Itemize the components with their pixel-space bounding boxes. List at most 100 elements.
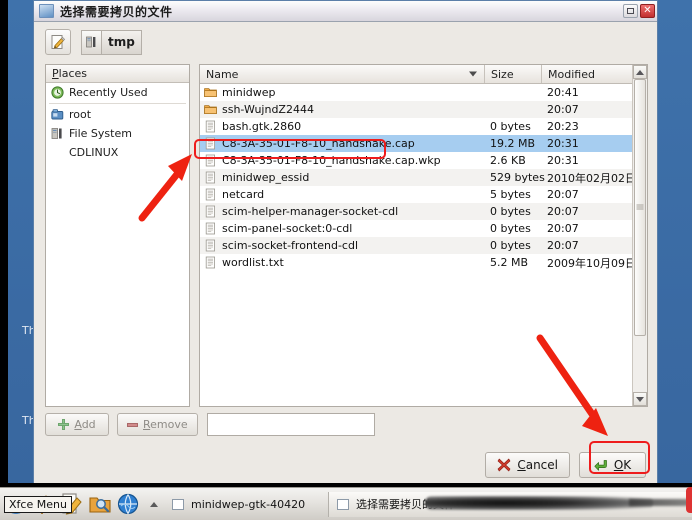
hdd-icon [51,128,62,139]
file-row[interactable]: bash.gtk.2860 0 bytes 20:23 [200,118,647,135]
plus-icon [58,419,70,430]
ok-label: OK [613,458,632,472]
place-item-root[interactable]: root [46,105,189,124]
file-row-name: C8-3A-35-01-F8-10_handshake.cap [200,137,485,150]
document-icon [205,239,215,252]
place-item-file-system[interactable]: File System [46,124,189,143]
file-list-header: Name Size Modified [200,65,647,84]
taskbar: minidwep-gtk-40420 选择需要拷贝的文件 [0,487,692,520]
dialog-titlebar[interactable]: 选择需要拷贝的文件 ✕ [34,1,657,22]
red-x-icon [497,458,511,472]
taskbar-smear-overlay [425,495,653,510]
green-arrow-icon [594,460,607,471]
dialog-action-buttons: Cancel OK [485,452,646,478]
maximize-button[interactable] [623,4,638,18]
scroll-up-button[interactable] [633,65,647,79]
scroll-down-button[interactable] [633,392,647,406]
filter-combo[interactable] [206,413,375,436]
places-divider [49,103,186,104]
remove-place-button[interactable]: Remove [117,413,198,436]
file-row[interactable]: minidwep 20:41 [200,84,647,101]
window-icon [172,498,184,510]
remove-place-label: Remove [143,418,188,431]
file-row[interactable]: ssh-WujndZ2444 20:07 [200,101,647,118]
web-browser-globe-icon[interactable] [116,492,140,516]
file-row-name: minidwep_essid [200,171,485,184]
scrollbar-track[interactable] [633,79,647,392]
column-header-name[interactable]: Name [200,65,485,83]
file-row-size: 0 bytes [490,205,531,218]
file-row[interactable]: scim-panel-socket:0-cdl 0 bytes 20:07 [200,220,647,237]
add-place-label: Add [74,418,96,431]
file-row[interactable]: minidwep_essid 529 bytes 2010年02月02日 [200,169,647,186]
place-item-label: Recently Used [69,86,148,99]
taskbar-smear-overlay-2 [629,498,692,506]
dialog-panes: Places Recently Used root File System CD… [45,64,648,407]
tray-expand-arrow-icon[interactable] [150,501,158,507]
file-list-scrollbar[interactable] [632,65,647,406]
place-item-recently-used[interactable]: Recently Used [46,83,189,102]
file-row[interactable]: scim-socket-frontend-cdl 0 bytes 20:07 [200,237,647,254]
scrollbar-thumb[interactable] [634,79,646,336]
file-manager-search-icon[interactable] [88,492,112,516]
file-row-name: scim-helper-manager-socket-cdl [200,205,485,218]
column-header-size-label: Size [491,67,514,81]
file-row-size: 0 bytes [490,120,531,133]
place-item-label: File System [69,127,132,140]
places-pane: Places Recently Used root File System CD… [45,64,190,407]
xfce-menu-tooltip: Xfce Menu [4,496,72,513]
taskbtn-dialog-label: 选择需要拷贝的文件 [356,498,455,511]
home-folder-icon [51,109,64,120]
document-icon [205,154,215,167]
folder-icon [204,88,217,97]
file-row-name: wordlist.txt [200,256,485,269]
cancel-button[interactable]: Cancel [485,452,570,478]
file-row[interactable]: scim-helper-manager-socket-cdl 0 bytes 20:… [200,203,647,220]
document-icon [205,137,215,150]
file-row[interactable]: wordlist.txt 5.2 MB 2009年10月09日 [200,254,647,271]
document-icon [205,205,215,218]
close-button[interactable]: ✕ [640,4,655,18]
column-header-name-label: Name [206,67,239,81]
pencil-page-icon [51,35,66,49]
document-icon [205,120,215,133]
file-list-pane: Name Size Modified minidwep 20:41 ssh-Wujn… [199,64,648,407]
sort-descending-icon [469,71,477,77]
file-row-name: netcard [200,188,485,201]
file-row[interactable]: netcard 5 bytes 20:07 [200,186,647,203]
file-row-name: C8-3A-35-01-F8-10_handshake.cap.wkp [200,154,485,167]
path-segment-root[interactable] [81,29,101,55]
path-segment-tmp[interactable]: tmp [101,29,142,55]
document-icon [205,256,215,269]
file-row[interactable]: C8-3A-35-01-F8-10_handshake.cap 19.2 MB 20… [200,135,647,152]
folder-icon [204,105,217,114]
column-header-size[interactable]: Size [485,65,542,83]
taskbtn-dialog[interactable]: 选择需要拷贝的文件 [328,491,692,517]
document-icon [205,171,215,184]
add-place-button[interactable]: Add [45,413,109,436]
place-item-cdlinux[interactable]: CDLINUX [46,143,189,162]
cancel-label: Cancel [517,458,558,472]
file-row-name: minidwep [200,86,485,99]
window-icon [39,4,54,18]
ok-button[interactable]: OK [579,452,646,478]
edit-location-button[interactable] [45,29,71,55]
file-row[interactable]: C8-3A-35-01-F8-10_handshake.cap.wkp 2.6 K… [200,152,647,169]
screen-edge-marker [686,487,692,513]
file-row-size: 5.2 MB [490,256,529,269]
places-header: Places [46,65,189,83]
place-item-label: root [69,108,92,121]
dialog-title: 选择需要拷贝的文件 [60,4,173,19]
column-header-modified-label: Modified [548,67,595,81]
document-icon [205,222,215,235]
desktop-black-edge [0,0,8,487]
file-list-body[interactable]: minidwep 20:41 ssh-WujndZ2444 20:07 bash.gtk… [200,84,647,406]
desktop-background: Th Th 选择需要拷贝的文件 ✕ tmp P laces Recently U… [0,0,692,520]
document-icon [205,188,215,201]
file-row-size: 19.2 MB [490,137,536,150]
file-row-name: ssh-WujndZ2444 [200,103,485,116]
file-row-name: scim-socket-frontend-cdl [200,239,485,252]
file-row-name: scim-panel-socket:0-cdl [200,222,485,235]
path-bar: tmp [81,29,142,55]
taskbtn-minidwep[interactable]: minidwep-gtk-40420 [164,492,324,517]
